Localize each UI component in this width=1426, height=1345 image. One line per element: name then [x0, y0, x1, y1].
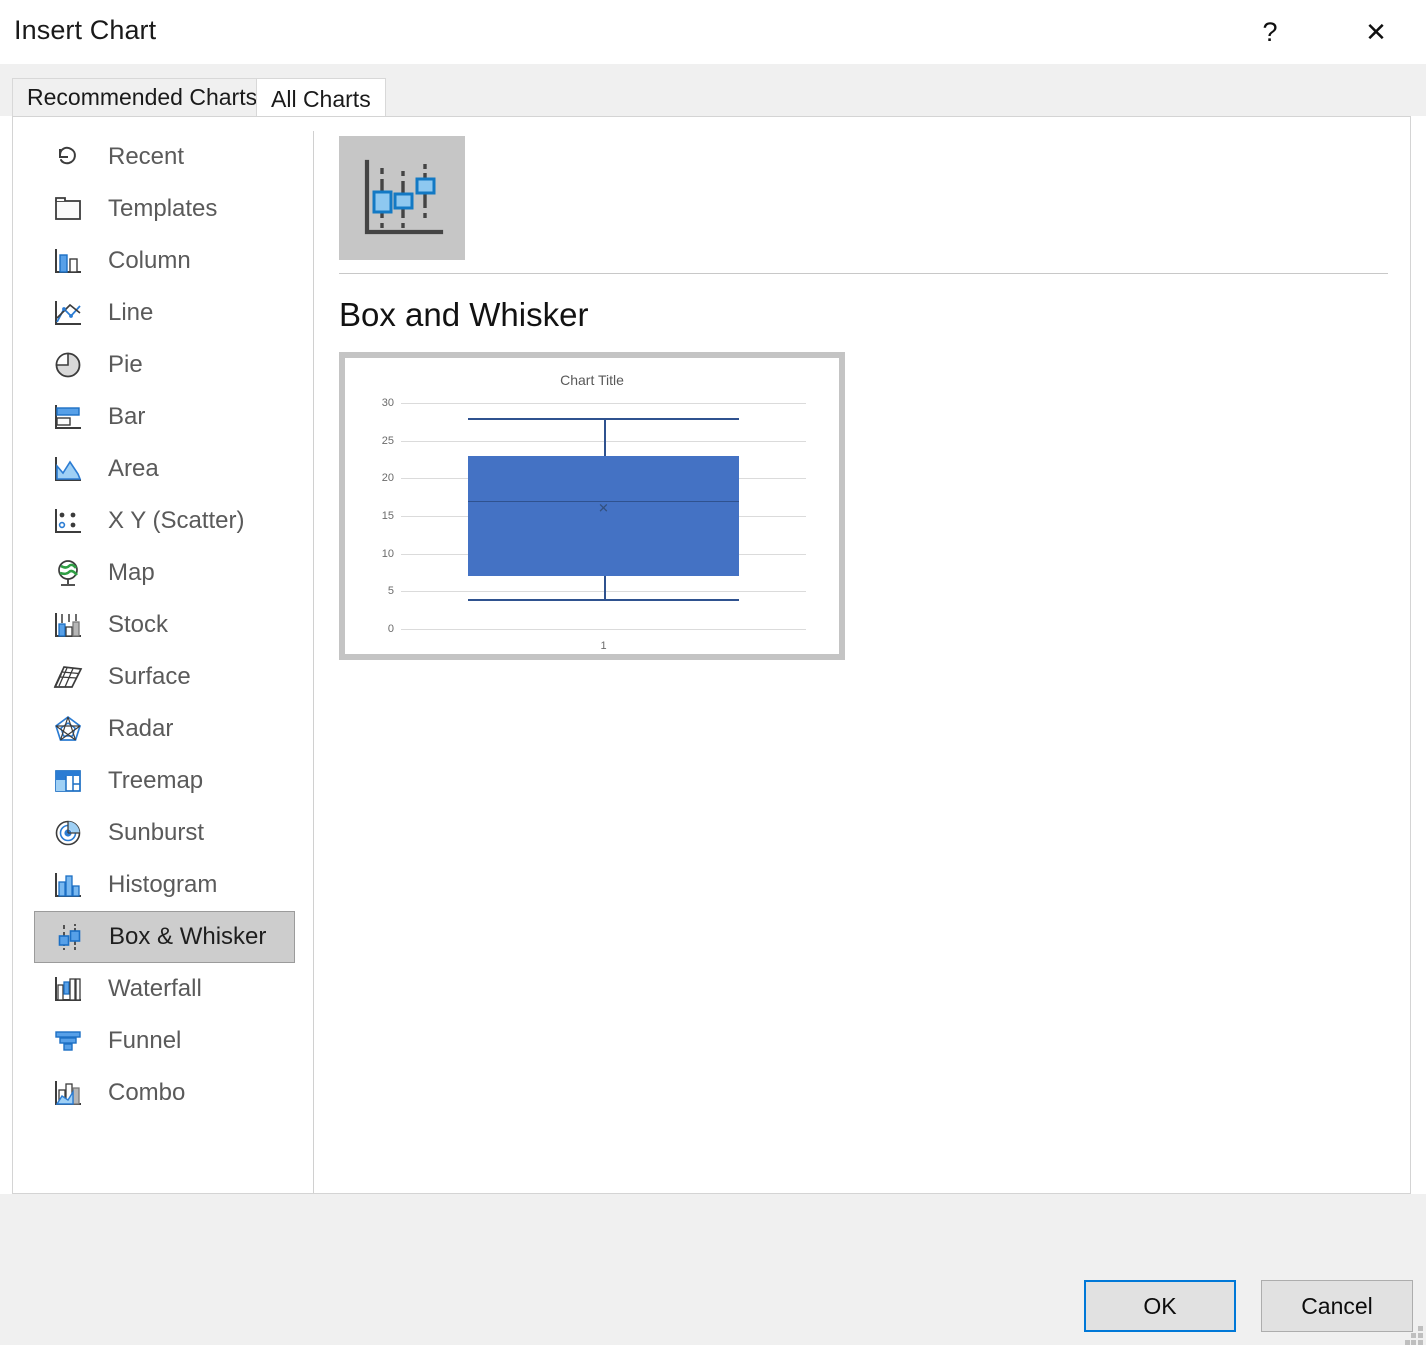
chart-preview-panel: Box and Whisker Chart Title 051015202530…: [314, 117, 1410, 1193]
sidebar-item-label: Map: [108, 559, 155, 587]
sidebar-item-label: Surface: [108, 663, 191, 691]
sidebar-item-label: Sunburst: [108, 819, 204, 847]
sidebar-item-label: Box & Whisker: [109, 923, 266, 951]
line-chart-icon: [48, 293, 88, 333]
sidebar-item-label: Radar: [108, 715, 173, 743]
sidebar-item-label: Column: [108, 247, 191, 275]
sidebar-item-histogram[interactable]: Histogram: [34, 859, 295, 911]
sidebar-item-line[interactable]: Line: [34, 287, 295, 339]
dialog-footer: OK Cancel: [0, 1194, 1426, 1345]
map-chart-icon: [48, 553, 88, 593]
sidebar-item-label: Pie: [108, 351, 143, 379]
tab-strip: Recommended Charts All Charts: [0, 64, 1426, 116]
tab-all-charts-label: All Charts: [271, 86, 371, 113]
chart-whisker-cap-max: [468, 418, 739, 420]
box-and-whisker-thumbnail[interactable]: [339, 136, 465, 260]
cancel-button[interactable]: Cancel: [1261, 1280, 1413, 1332]
funnel-chart-icon: [48, 1021, 88, 1061]
sidebar-item-column[interactable]: Column: [34, 235, 295, 287]
sidebar-item-treemap[interactable]: Treemap: [34, 755, 295, 807]
sidebar-item-label: Funnel: [108, 1027, 181, 1055]
sidebar-item-label: Bar: [108, 403, 145, 431]
waterfall-chart-icon: [48, 969, 88, 1009]
surface-chart-icon: [48, 657, 88, 697]
sidebar-item-bar[interactable]: Bar: [34, 391, 295, 443]
sidebar-item-funnel[interactable]: Funnel: [34, 1015, 295, 1067]
sunburst-chart-icon: [48, 813, 88, 853]
sidebar-item-sunburst[interactable]: Sunburst: [34, 807, 295, 859]
close-icon[interactable]: ✕: [1352, 8, 1400, 56]
resize-grip[interactable]: [1405, 1326, 1423, 1340]
help-icon[interactable]: ?: [1246, 8, 1294, 56]
pie-chart-icon: [48, 345, 88, 385]
chart-gridline: [401, 403, 806, 404]
area-chart-icon: [48, 449, 88, 489]
box-whisker-chart-icon: [49, 917, 89, 957]
y-axis-tick-label: 0: [388, 623, 394, 635]
chart-subtype-thumbnails: [339, 136, 465, 260]
tab-recommended-charts[interactable]: Recommended Charts: [12, 78, 272, 116]
sidebar-item-label: Waterfall: [108, 975, 202, 1003]
sidebar-item-label: Treemap: [108, 767, 203, 795]
treemap-chart-icon: [48, 761, 88, 801]
combo-chart-icon: [48, 1073, 88, 1113]
chart-whisker-lower: [604, 576, 606, 599]
histogram-chart-icon: [48, 865, 88, 905]
sidebar-item-label: Stock: [108, 611, 168, 639]
chart-preview-frame[interactable]: Chart Title 051015202530✕1: [339, 352, 845, 660]
sidebar-item-scatter[interactable]: X Y (Scatter): [34, 495, 295, 547]
sidebar-item-area[interactable]: Area: [34, 443, 295, 495]
dialog-body: Recent Templates Column: [12, 116, 1411, 1194]
sidebar-item-box-whisker[interactable]: Box & Whisker: [34, 911, 295, 963]
radar-chart-icon: [48, 709, 88, 749]
sidebar-item-label: Histogram: [108, 871, 217, 899]
sidebar-item-label: Templates: [108, 195, 217, 223]
cancel-button-label: Cancel: [1301, 1293, 1373, 1320]
sidebar-item-recent[interactable]: Recent: [34, 131, 295, 183]
dialog-title: Insert Chart: [14, 15, 156, 46]
sidebar-item-radar[interactable]: Radar: [34, 703, 295, 755]
sidebar-item-templates[interactable]: Templates: [34, 183, 295, 235]
ok-button[interactable]: OK: [1084, 1280, 1236, 1332]
sidebar-item-label: Recent: [108, 143, 184, 171]
y-axis-tick-label: 5: [388, 585, 394, 597]
sidebar-item-surface[interactable]: Surface: [34, 651, 295, 703]
chart-type-heading: Box and Whisker: [339, 296, 588, 334]
sidebar-item-label: Combo: [108, 1079, 185, 1107]
stock-chart-icon: [48, 605, 88, 645]
chart-type-list: Recent Templates Column: [13, 131, 305, 1119]
chart-whisker-upper: [604, 418, 606, 456]
thumbnail-divider: [339, 273, 1388, 274]
sidebar-item-combo[interactable]: Combo: [34, 1067, 295, 1119]
y-axis-tick-label: 15: [382, 510, 394, 522]
chart-title: Chart Title: [345, 372, 839, 388]
y-axis-tick-label: 10: [382, 548, 394, 560]
column-chart-icon: [48, 241, 88, 281]
y-axis-tick-label: 25: [382, 435, 394, 447]
chart-preview-canvas: Chart Title 051015202530✕1: [345, 358, 839, 654]
tab-all-charts[interactable]: All Charts: [256, 78, 386, 119]
dialog-title-bar: Insert Chart ? ✕: [0, 0, 1426, 64]
chart-mean-marker: ✕: [598, 502, 609, 515]
sidebar-item-label: Area: [108, 455, 159, 483]
chart-box: [468, 456, 739, 577]
templates-icon: [48, 189, 88, 229]
ok-button-label: OK: [1143, 1293, 1176, 1320]
chart-plot-area: 051015202530✕1: [401, 403, 806, 629]
tab-recommended-charts-label: Recommended Charts: [27, 84, 257, 111]
recent-icon: [48, 137, 88, 177]
chart-whisker-cap-min: [468, 599, 739, 601]
sidebar-item-pie[interactable]: Pie: [34, 339, 295, 391]
y-axis-tick-label: 20: [382, 472, 394, 484]
x-axis-tick-label: 1: [600, 640, 606, 652]
bar-chart-icon: [48, 397, 88, 437]
chart-gridline: [401, 629, 806, 630]
scatter-chart-icon: [48, 501, 88, 541]
sidebar-item-map[interactable]: Map: [34, 547, 295, 599]
y-axis-tick-label: 30: [382, 397, 394, 409]
sidebar-item-stock[interactable]: Stock: [34, 599, 295, 651]
sidebar-item-waterfall[interactable]: Waterfall: [34, 963, 295, 1015]
sidebar-item-label: X Y (Scatter): [108, 507, 245, 535]
sidebar-item-label: Line: [108, 299, 153, 327]
